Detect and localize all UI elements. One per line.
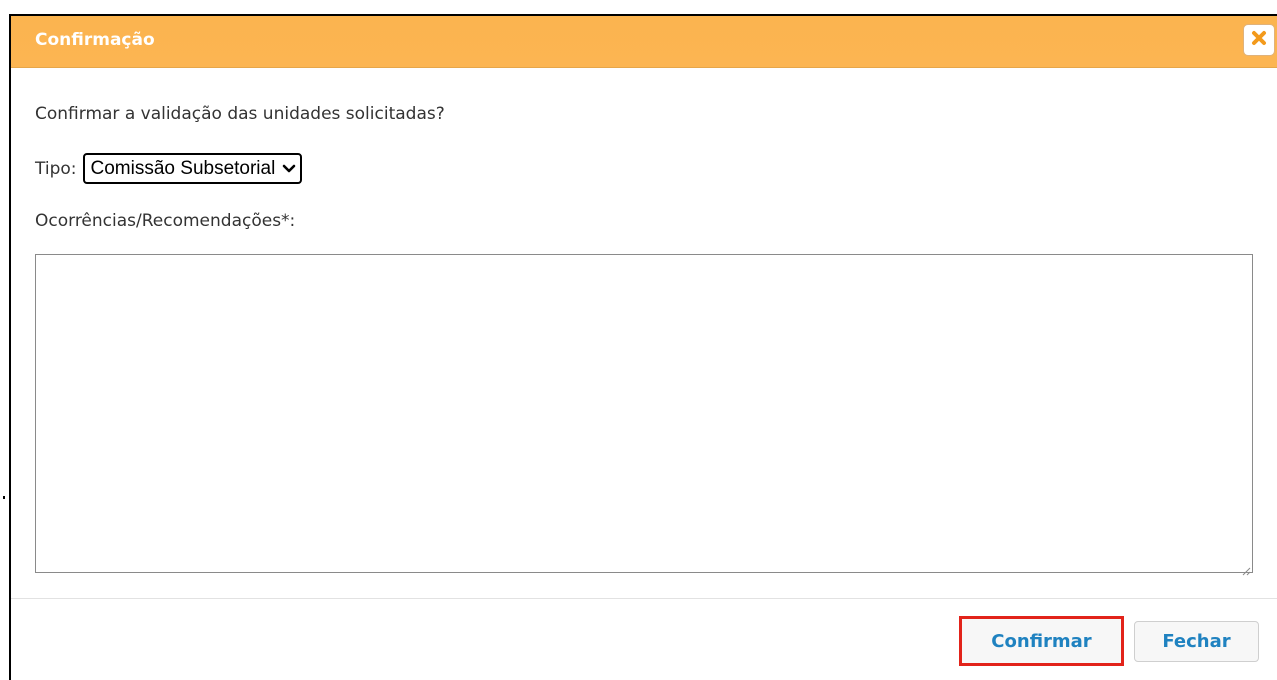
dialog-title: Confirmação xyxy=(35,30,155,50)
confirm-button[interactable]: Confirmar xyxy=(959,616,1124,666)
ocorrencias-textarea[interactable] xyxy=(35,254,1253,576)
chevron-down-icon xyxy=(282,164,296,174)
stray-mark xyxy=(3,496,5,499)
tipo-label: Tipo: xyxy=(35,158,77,179)
close-x-icon xyxy=(1251,30,1267,50)
ocorrencias-label: Ocorrências/Recomendações*: xyxy=(35,211,296,231)
confirmation-question: Confirmar a validação das unidades solic… xyxy=(35,104,445,124)
tipo-row: Tipo: Comissão Subsetorial xyxy=(35,153,303,184)
dialog-titlebar: Confirmação xyxy=(11,16,1277,68)
tipo-selected-value: Comissão Subsetorial xyxy=(90,157,276,179)
resize-grip-icon[interactable] xyxy=(1241,561,1251,576)
confirmation-dialog: Confirmação Confirmar a validação das un… xyxy=(9,14,1277,680)
close-dialog-button[interactable]: Fechar xyxy=(1134,621,1259,662)
close-button[interactable] xyxy=(1243,24,1275,56)
tipo-select[interactable]: Comissão Subsetorial xyxy=(82,153,303,184)
footer-divider xyxy=(11,598,1277,599)
